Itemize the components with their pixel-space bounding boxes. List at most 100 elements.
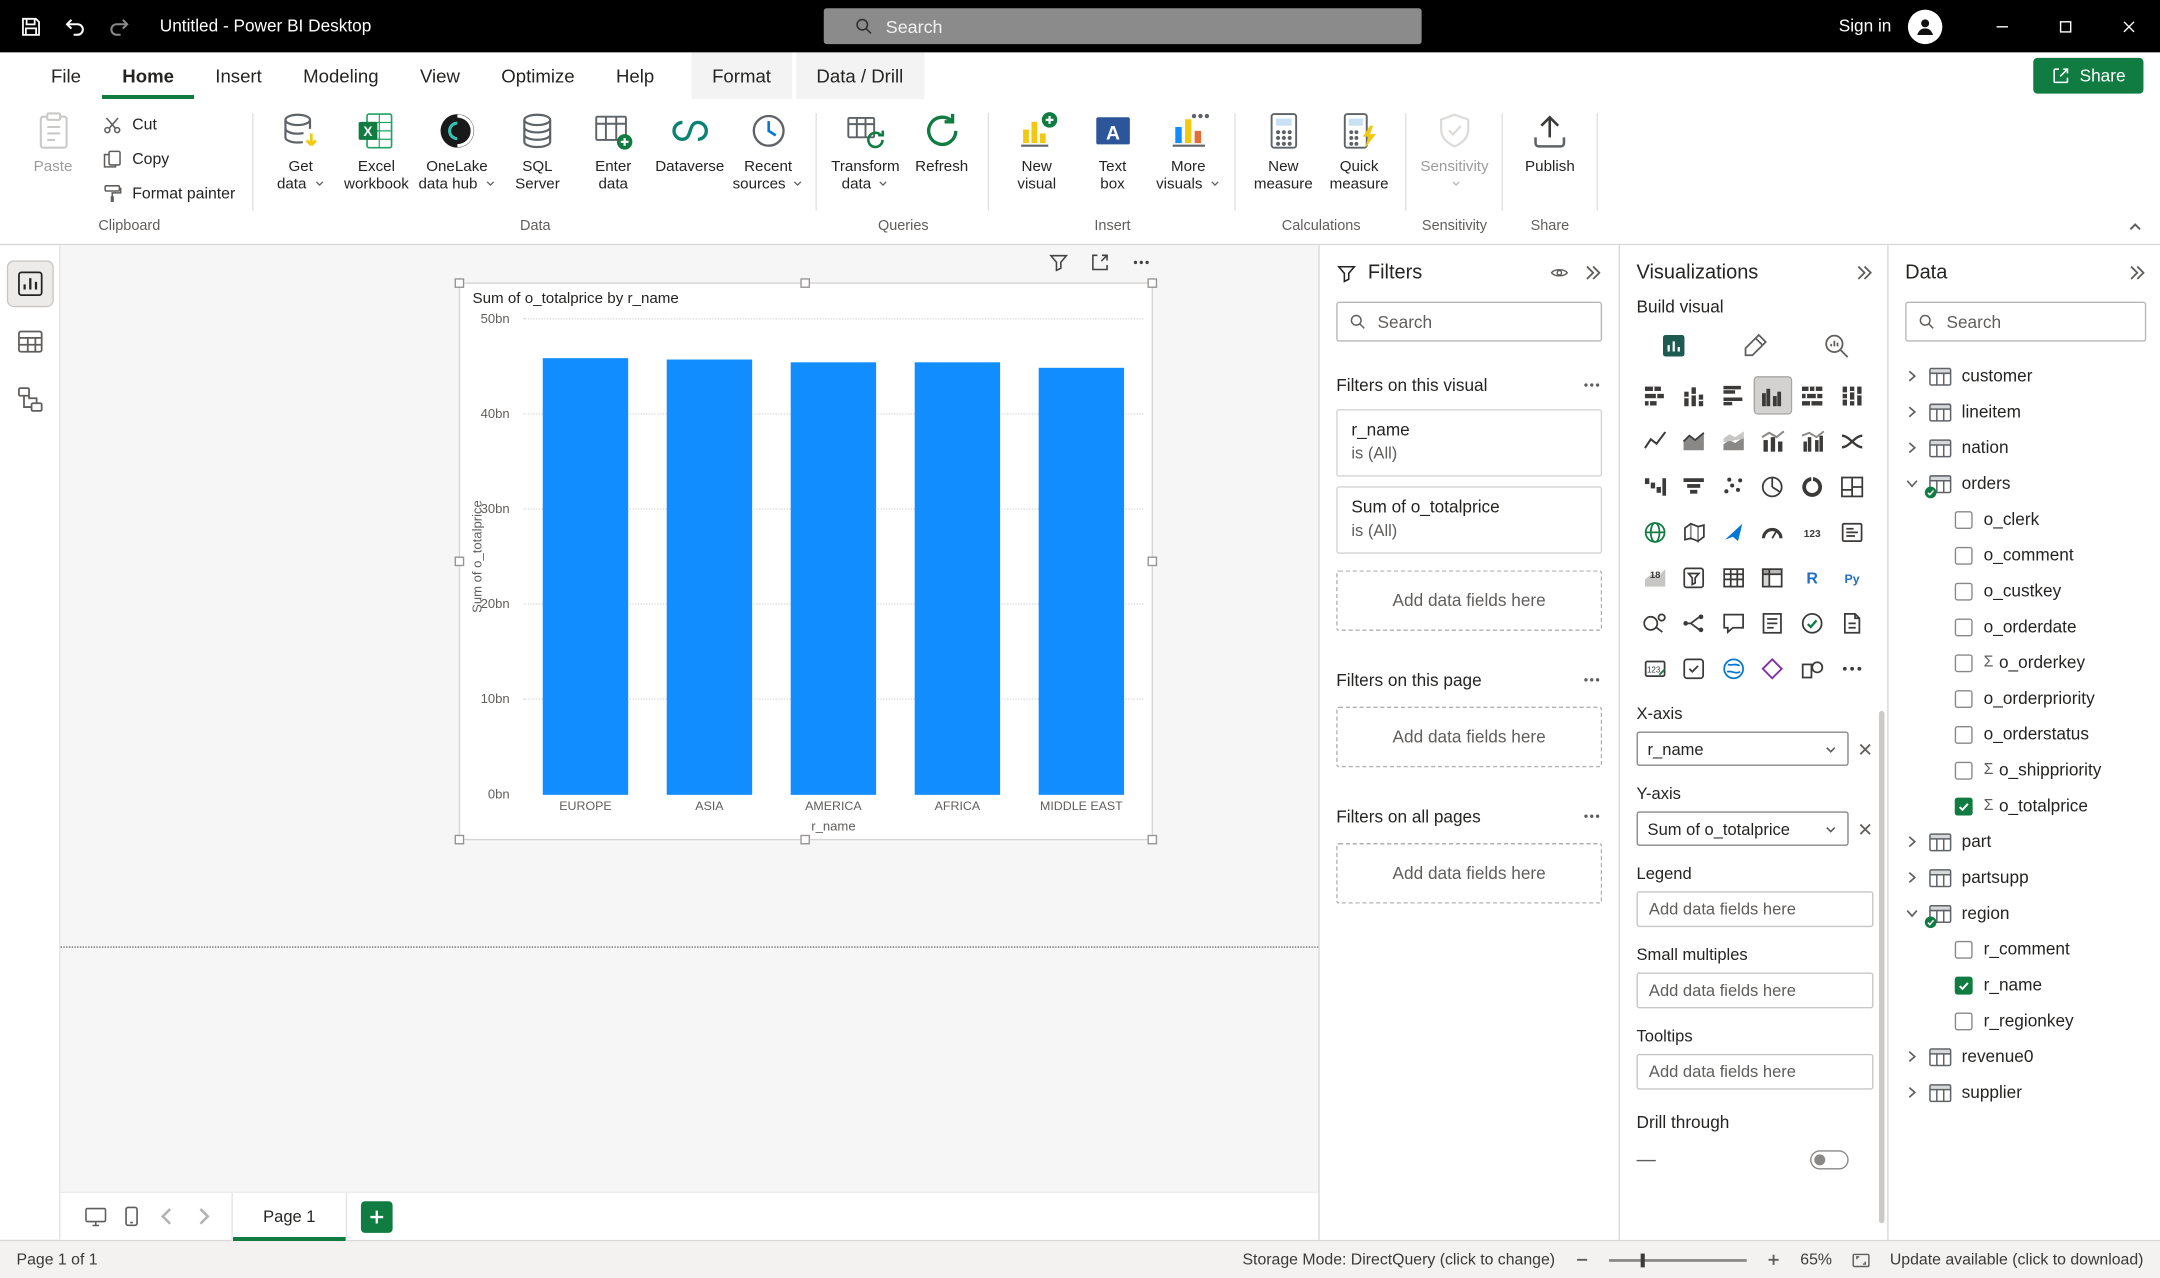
field-checkbox[interactable] xyxy=(1955,725,1973,743)
visual-type-pie-chart[interactable] xyxy=(1755,468,1791,504)
visual-type-line-and-clustered-column-chart[interactable] xyxy=(1794,423,1830,459)
build-visual-tab[interactable] xyxy=(1656,328,1692,364)
remove-field-icon[interactable] xyxy=(1857,820,1874,837)
field-checkbox[interactable] xyxy=(1955,940,1973,958)
visual-type-new-slicer[interactable] xyxy=(1676,650,1712,686)
visual-type-table[interactable] xyxy=(1716,559,1752,595)
visual-type-stacked-column-chart[interactable] xyxy=(1676,377,1712,413)
field-checkbox[interactable] xyxy=(1955,1012,1973,1030)
menu-tab-home[interactable]: Home xyxy=(102,52,195,99)
visual-type-scatter-chart[interactable] xyxy=(1716,468,1752,504)
ribbon-new-visual[interactable]: Newvisual xyxy=(999,107,1075,198)
save-icon[interactable] xyxy=(19,14,42,37)
field-row-r_name[interactable]: r_name xyxy=(1905,967,2146,1003)
update-notification-link[interactable]: Update available (click to download) xyxy=(1890,1252,2144,1269)
visual-type-python-visual[interactable]: Py xyxy=(1834,559,1870,595)
visual-type-matrix[interactable] xyxy=(1755,559,1791,595)
ribbon-quick-measure[interactable]: Quickmeasure xyxy=(1321,107,1397,198)
fit-to-page-icon[interactable] xyxy=(1851,1250,1870,1269)
field-row-o_shippriority[interactable]: Σo_shippriority xyxy=(1905,752,2146,788)
visual-type-hundred-percent-stacked-bar-chart[interactable] xyxy=(1794,377,1830,413)
close-button[interactable] xyxy=(2097,0,2160,52)
maximize-button[interactable] xyxy=(2033,0,2096,52)
add-data-fields-dropzone[interactable]: Add data fields here xyxy=(1336,843,1602,904)
zoom-level[interactable]: 65% xyxy=(1800,1252,1832,1269)
visual-type-clustered-column-chart[interactable] xyxy=(1755,377,1791,413)
visual-type-more-options[interactable] xyxy=(1834,650,1870,686)
ribbon-format-painter[interactable]: Format painter xyxy=(94,176,244,210)
ribbon-refresh[interactable]: Refresh xyxy=(904,107,980,198)
minimize-button[interactable] xyxy=(1970,0,2033,52)
add-data-fields-dropzone[interactable]: Add data fields here xyxy=(1336,570,1602,631)
field-checkbox[interactable] xyxy=(1955,654,1973,672)
visual-type-kpi[interactable]: 18 xyxy=(1637,559,1673,595)
visual-type-r-script-visual[interactable]: R xyxy=(1794,559,1830,595)
field-checkbox[interactable] xyxy=(1955,797,1973,815)
more-options-icon[interactable] xyxy=(1581,806,1602,827)
bar-middle-east[interactable] xyxy=(1039,368,1124,795)
visual-type-filled-map[interactable] xyxy=(1676,514,1712,550)
visual-type-funnel-chart[interactable] xyxy=(1676,468,1712,504)
filter-card-r-name[interactable]: r_nameis (All) xyxy=(1336,409,1602,476)
filter-icon[interactable] xyxy=(1048,252,1069,273)
zoom-in-button[interactable] xyxy=(1766,1252,1781,1267)
visual-type-metrics[interactable] xyxy=(1794,605,1830,641)
ribbon-text-box[interactable]: ATextbox xyxy=(1075,107,1151,198)
ribbon-get-data[interactable]: Getdata xyxy=(263,107,339,198)
toggle-switch[interactable] xyxy=(1810,1150,1849,1169)
ribbon-new-measure[interactable]: Newmeasure xyxy=(1245,107,1321,198)
account-avatar[interactable] xyxy=(1908,9,1942,43)
visual-type-hundred-percent-stacked-column-chart[interactable] xyxy=(1834,377,1870,413)
menu-tab-modeling[interactable]: Modeling xyxy=(282,52,399,99)
field-checkbox[interactable] xyxy=(1955,976,1973,994)
menu-tab-help[interactable]: Help xyxy=(595,52,675,99)
menu-tab-format[interactable]: Format xyxy=(691,52,791,99)
collapse-pane-icon[interactable] xyxy=(2127,263,2146,282)
bar-chart-visual[interactable]: Sum of o_totalprice by r_name Sum of o_t… xyxy=(459,282,1153,840)
chevron-right-icon[interactable] xyxy=(1905,835,1919,849)
zoom-slider-thumb[interactable] xyxy=(1640,1253,1644,1267)
bar-africa[interactable] xyxy=(915,362,1000,794)
field-checkbox[interactable] xyxy=(1955,689,1973,707)
pane-scrollbar[interactable] xyxy=(1879,711,1885,1223)
visual-type-smart-narrative[interactable] xyxy=(1755,605,1791,641)
field-row-o_orderkey[interactable]: Σo_orderkey xyxy=(1905,645,2146,681)
field-row-o_totalprice[interactable]: Σo_totalprice xyxy=(1905,788,2146,824)
field-pill-sum-of-o-totalprice[interactable]: Sum of o_totalprice xyxy=(1637,811,1849,845)
chevron-right-icon[interactable] xyxy=(1905,405,1919,419)
chevron-right-icon[interactable] xyxy=(1905,369,1919,383)
table-row-lineitem[interactable]: lineitem xyxy=(1905,394,2146,430)
report-canvas[interactable]: Sum of o_totalprice by r_name Sum of o_t… xyxy=(61,245,1319,1191)
visual-type-decomposition-tree[interactable] xyxy=(1676,605,1712,641)
visual-type-qa-visual[interactable] xyxy=(1716,605,1752,641)
visual-type-treemap[interactable] xyxy=(1834,468,1870,504)
visual-type-new-card[interactable]: 123 xyxy=(1637,650,1673,686)
chevron-down-icon[interactable] xyxy=(1905,477,1919,491)
data-search-input[interactable] xyxy=(1946,312,2133,331)
visual-type-power-apps[interactable] xyxy=(1755,650,1791,686)
well-dropzone-small-multiples[interactable]: Add data fields here xyxy=(1637,973,1874,1009)
visual-type-map[interactable] xyxy=(1637,514,1673,550)
visual-type-stacked-bar-chart[interactable] xyxy=(1637,377,1673,413)
field-row-o_orderstatus[interactable]: o_orderstatus xyxy=(1905,716,2146,752)
visual-type-arcgis-map[interactable] xyxy=(1716,514,1752,550)
ribbon-cut[interactable]: Cut xyxy=(94,107,244,141)
storage-mode-link[interactable]: Storage Mode: DirectQuery (click to chan… xyxy=(1242,1252,1555,1269)
visual-type-stacked-area-chart[interactable] xyxy=(1716,423,1752,459)
visual-type-waterfall-chart[interactable] xyxy=(1637,468,1673,504)
eye-icon[interactable] xyxy=(1550,263,1569,282)
ribbon-excel-workbook[interactable]: XExcelworkbook xyxy=(339,107,415,198)
more-options-icon[interactable] xyxy=(1581,375,1602,396)
chevron-down-icon[interactable] xyxy=(1824,742,1838,756)
chevron-right-icon[interactable] xyxy=(1905,1050,1919,1064)
page-tab[interactable]: Page 1 xyxy=(231,1192,347,1240)
field-row-o_comment[interactable]: o_comment xyxy=(1905,537,2146,573)
table-row-region[interactable]: region xyxy=(1905,895,2146,931)
undo-icon[interactable] xyxy=(63,14,86,37)
ribbon-transform-data[interactable]: Transformdata xyxy=(827,107,904,198)
field-row-r_regionkey[interactable]: r_regionkey xyxy=(1905,1003,2146,1039)
filter-card-sum-of-o-totalprice[interactable]: Sum of o_totalpriceis (All) xyxy=(1336,486,1602,553)
field-row-o_custkey[interactable]: o_custkey xyxy=(1905,573,2146,609)
visual-type-gauge[interactable] xyxy=(1755,514,1791,550)
chevron-right-icon[interactable] xyxy=(1905,871,1919,885)
